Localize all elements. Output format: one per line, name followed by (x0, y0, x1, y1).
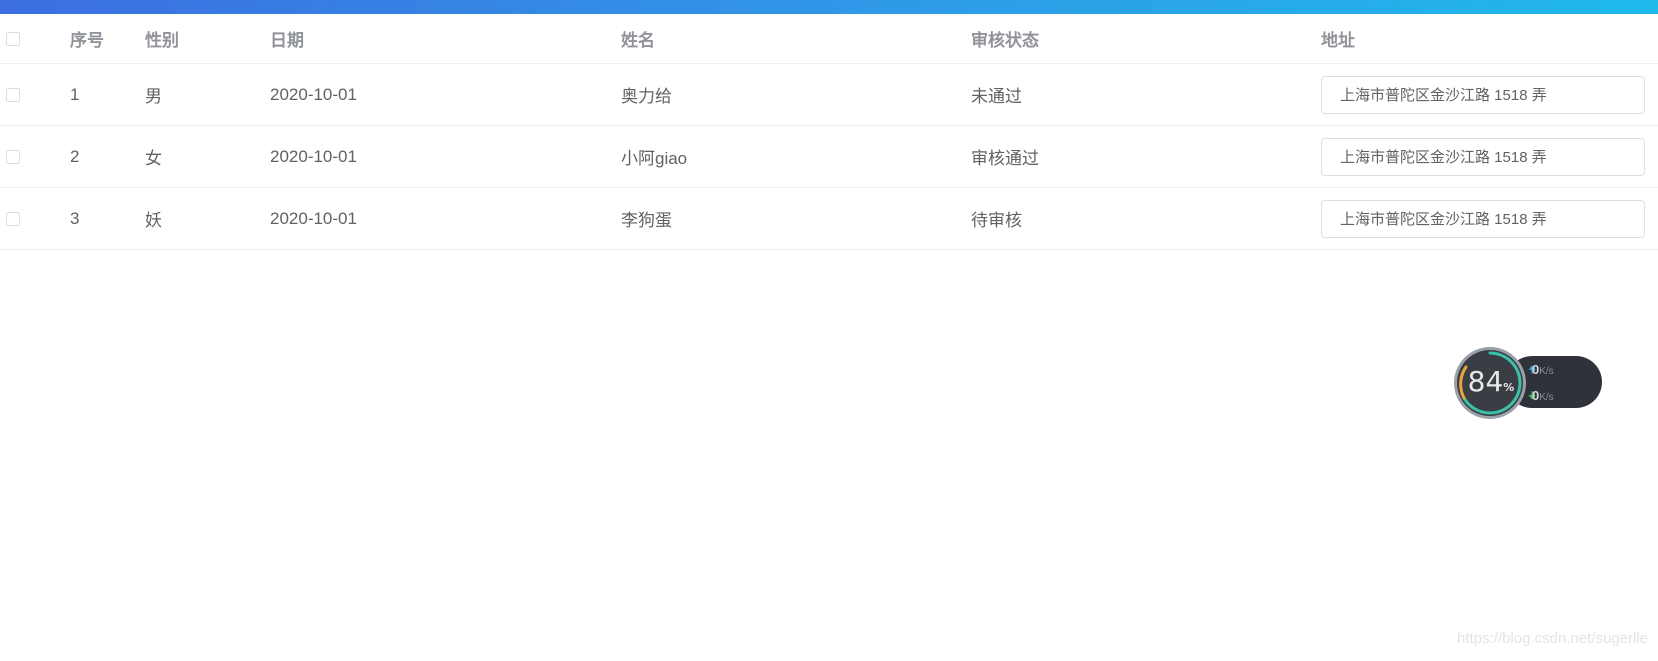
cell-name: 小阿giao (621, 149, 688, 168)
cell-index: 3 (70, 208, 80, 228)
address-input[interactable] (1321, 199, 1645, 238)
cell-date: 2020-10-01 (270, 208, 357, 228)
table-header-row: 序号 性别 日期 姓名 审核状态 地址 (0, 14, 1658, 64)
cell-gender: 妖 (145, 211, 162, 230)
cell-status: 待审核 (971, 211, 1022, 230)
header-name[interactable]: 姓名 (621, 26, 655, 51)
usage-percent-value: 84 (1467, 365, 1504, 398)
cell-status: 未通过 (971, 87, 1022, 106)
select-all-checkbox[interactable] (6, 31, 20, 46)
row-checkbox[interactable] (6, 149, 20, 164)
address-input[interactable] (1321, 75, 1645, 114)
header-date[interactable]: 日期 (270, 26, 304, 51)
header-gender[interactable]: 性别 (145, 26, 179, 51)
upload-speed: 0K/s (1532, 362, 1554, 377)
row-checkbox[interactable] (6, 211, 20, 226)
table-row[interactable]: 2 女 2020-10-01 小阿giao 审核通过 (0, 126, 1658, 188)
download-speed: 0K/s (1532, 388, 1554, 403)
watermark: https://blog.csdn.net/sugerlle (1457, 630, 1648, 647)
header-index[interactable]: 序号 (70, 26, 104, 51)
data-table: 序号 性别 日期 姓名 审核状态 地址 1 男 2020-10-01 奥力给 未… (0, 14, 1658, 250)
usage-percent: 84% (1466, 365, 1516, 398)
cell-index: 2 (70, 146, 80, 166)
header-status[interactable]: 审核状态 (971, 26, 1039, 51)
download-speed-unit: K/s (1539, 392, 1554, 403)
cell-name: 李狗蛋 (621, 211, 672, 230)
address-input[interactable] (1321, 137, 1645, 176)
row-checkbox[interactable] (6, 87, 20, 102)
table-row[interactable]: 3 妖 2020-10-01 李狗蛋 待审核 (0, 188, 1658, 250)
cell-status: 审核通过 (971, 149, 1039, 168)
upload-speed-unit: K/s (1539, 366, 1554, 377)
table-row[interactable]: 1 男 2020-10-01 奥力给 未通过 (0, 64, 1658, 126)
header-address[interactable]: 地址 (1321, 26, 1355, 51)
cell-gender: 女 (145, 149, 162, 168)
network-speed-widget[interactable]: 84% 🠉 0K/s 🠋 0K/s (1452, 345, 1604, 421)
cell-name: 奥力给 (621, 87, 672, 106)
cell-date: 2020-10-01 (270, 146, 357, 166)
usage-percent-unit: % (1503, 381, 1515, 394)
cell-index: 1 (70, 84, 80, 104)
top-gradient-bar (0, 0, 1658, 14)
cell-gender: 男 (145, 87, 162, 106)
cell-date: 2020-10-01 (270, 84, 357, 104)
